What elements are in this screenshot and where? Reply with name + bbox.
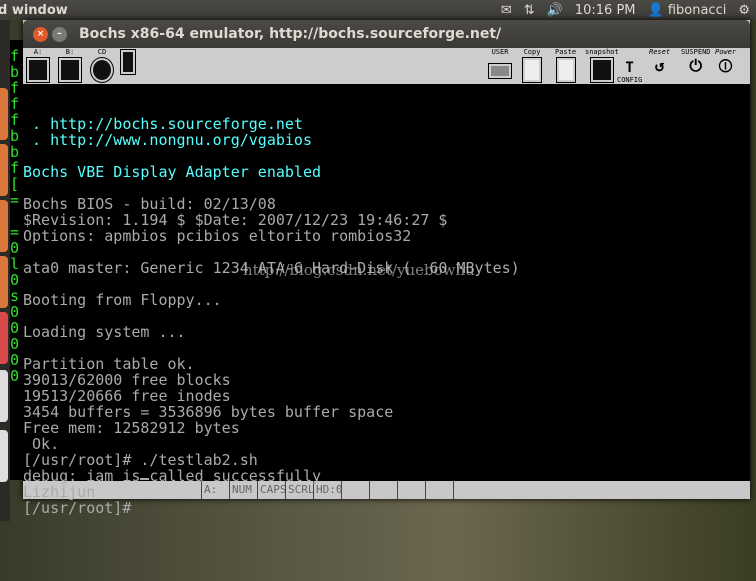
minimize-button[interactable]: – — [52, 26, 67, 42]
clock[interactable]: 10:16 PM — [575, 3, 636, 18]
floppy-icon — [58, 57, 82, 83]
window-title: Bochs x86-64 emulator, http://bochs.sour… — [79, 26, 502, 42]
screen-line: Free mem: 12582912 bytes — [23, 419, 240, 437]
label: CD — [97, 48, 107, 56]
gear-icon[interactable]: ⚙ — [738, 3, 750, 18]
screen-line: 39013/62000 free blocks — [23, 371, 231, 389]
camera-icon — [589, 57, 614, 83]
toolbar: A: B: CD USER Copy Paste snapshot T CONFI… — [23, 48, 750, 84]
launcher-item[interactable] — [0, 256, 8, 308]
screen-line — [23, 180, 750, 196]
label: B: — [65, 48, 75, 56]
user-button[interactable]: USER — [488, 48, 512, 84]
floppy-icon — [26, 57, 50, 83]
screen-line: Options: apmbios pcibios eltorito rombio… — [23, 227, 412, 245]
label: A: — [33, 48, 43, 56]
screen-line: Lizhijun — [23, 483, 96, 501]
label: USER — [491, 48, 509, 56]
launcher-item[interactable] — [0, 430, 8, 482]
label: SUSPEND — [681, 48, 711, 56]
screen-line — [23, 148, 750, 164]
cdrom-button[interactable]: CD — [90, 48, 114, 84]
screen-line: Bochs VBE Display Adapter enabled — [23, 163, 322, 181]
label: snapshot — [585, 48, 619, 56]
text-cursor — [140, 478, 149, 480]
copy-icon — [522, 57, 542, 83]
screen-line: Booting from Floppy... — [23, 291, 222, 309]
user-name: fibonacci — [667, 2, 727, 18]
paste-icon — [555, 57, 576, 83]
screen-line: Partition table ok. — [23, 355, 195, 373]
power-icon: ⏼ — [718, 56, 733, 77]
mouse-icon — [120, 49, 136, 75]
snapshot-button[interactable]: snapshot — [585, 48, 619, 84]
mouse-button[interactable] — [120, 48, 136, 84]
launcher-item[interactable] — [0, 370, 8, 422]
screen-line: Bochs BIOS - build: 02/13/08 — [23, 195, 276, 213]
screen-line: . http://www.nongnu.org/vgabios — [23, 131, 312, 149]
screen-line: [/usr/root]# ./testlab2.sh — [23, 451, 258, 469]
top-panel: d window ✉ ⇅ 🔊 10:16 PM 👤 fibonacci ⚙ — [0, 0, 756, 20]
close-button[interactable]: × — [33, 26, 48, 42]
screen-line: 19513/20666 free inodes — [23, 387, 231, 405]
label: Paste — [555, 48, 577, 56]
cdrom-icon — [90, 57, 114, 83]
floppy-a-button[interactable]: A: — [26, 48, 50, 84]
screen-line: [/usr/root]# — [23, 499, 132, 517]
screen-line: 3454 buffers = 3536896 bytes buffer spac… — [23, 403, 394, 421]
mail-icon[interactable]: ✉ — [501, 3, 512, 18]
floppy-b-button[interactable]: B: — [58, 48, 82, 84]
emulator-screen[interactable]: . http://bochs.sourceforge.net . http://… — [23, 84, 750, 516]
screen-line — [23, 308, 750, 324]
suspend-button[interactable]: SUSPEND ⏻ — [681, 48, 711, 84]
power-button[interactable]: Power ⏼ — [715, 48, 736, 84]
user-menu[interactable]: 👤 fibonacci — [648, 3, 727, 18]
network-icon[interactable]: ⇅ — [524, 3, 535, 18]
screen-line — [23, 340, 750, 356]
bochs-window: × – Bochs x86-64 emulator, http://bochs.… — [23, 20, 750, 516]
launcher-item[interactable] — [0, 88, 8, 140]
volume-icon[interactable]: 🔊 — [547, 3, 563, 18]
label: Power — [715, 48, 737, 56]
screen-line: Ok. — [23, 435, 60, 453]
reset-icon: ↺ — [654, 56, 665, 75]
screen-line: . http://bochs.sourceforge.net — [23, 115, 303, 133]
label: Reset — [649, 48, 671, 56]
screen-line: $Revision: 1.194 $ $Date: 2007/12/23 19:… — [23, 211, 448, 229]
config-button[interactable]: T CONFIG — [617, 48, 642, 84]
watermark: http://blog.csdn.net/yuebowhu — [243, 261, 475, 279]
suspend-icon: ⏻ — [689, 56, 703, 75]
screen-line: Loading system ... — [23, 323, 186, 341]
title-bar: × – Bochs x86-64 emulator, http://bochs.… — [23, 20, 750, 48]
keyboard-icon — [488, 63, 512, 79]
launcher-item[interactable] — [0, 200, 8, 252]
label: Copy — [523, 48, 541, 56]
launcher-item[interactable] — [0, 312, 8, 364]
launcher-item[interactable] — [0, 144, 8, 196]
screen-line — [23, 244, 750, 260]
screen-line: debug: iam is called successfully — [23, 467, 322, 485]
config-icon: T — [625, 60, 634, 76]
reset-button[interactable]: Reset ↺ — [649, 48, 670, 84]
label: CONFIG — [617, 76, 643, 84]
copy-button[interactable]: Copy — [522, 48, 542, 84]
active-window-title: d window — [0, 2, 68, 18]
paste-button[interactable]: Paste — [555, 48, 576, 84]
launcher — [0, 20, 10, 521]
